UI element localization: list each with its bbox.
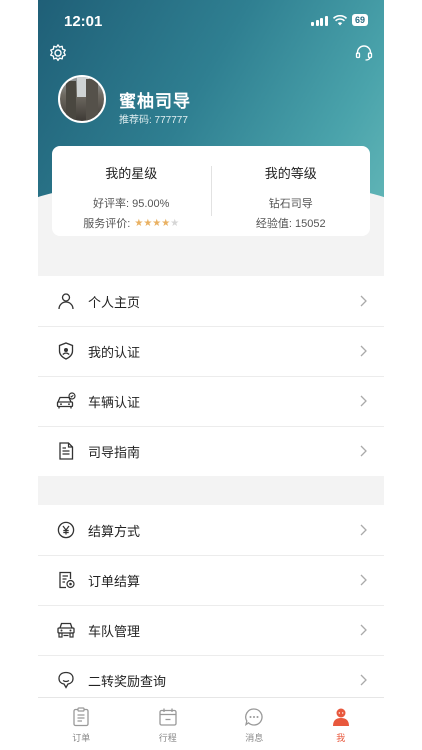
menu-label: 结算方式 <box>88 523 141 539</box>
tab-me[interactable]: 我 <box>298 698 385 750</box>
me-icon <box>330 706 352 728</box>
menu-label: 二转奖励查询 <box>88 673 167 689</box>
chevron-right-icon <box>360 345 368 357</box>
menu-item-fleet[interactable]: 车队管理 <box>38 605 384 655</box>
avatar[interactable] <box>58 75 106 123</box>
star-icon: ★ <box>143 218 153 229</box>
menu-item-order-settlement[interactable]: 订单结算 <box>38 555 384 605</box>
reward-icon <box>56 670 76 690</box>
tab-label: 消息 <box>245 733 264 743</box>
menu-group-account: 个人主页 我的认证 车辆认证 司导指南 <box>38 276 384 476</box>
status-time: 12:01 <box>64 13 103 30</box>
referral-code: 推荐码: 777777 <box>119 115 188 126</box>
menu-label: 我的认证 <box>88 344 141 360</box>
headset-icon <box>355 45 373 61</box>
tab-label: 订单 <box>72 733 91 743</box>
tab-label: 我 <box>336 733 346 743</box>
settings-button[interactable] <box>46 41 70 65</box>
message-icon <box>243 706 265 728</box>
rating-title: 我的星级 <box>105 166 158 181</box>
yen-icon <box>56 520 76 540</box>
menu-label: 订单结算 <box>88 573 141 589</box>
menu-item-profile[interactable]: 个人主页 <box>38 276 384 326</box>
tab-trips[interactable]: 行程 <box>125 698 212 750</box>
customer-service-button[interactable] <box>352 41 376 65</box>
menu-label: 司导指南 <box>88 444 141 460</box>
order-icon <box>70 706 92 728</box>
menu-item-settlement-method[interactable]: 结算方式 <box>38 505 384 555</box>
tab-orders[interactable]: 订单 <box>38 698 125 750</box>
star-icon: ★ <box>152 218 162 229</box>
experience-value: 经验值: 15052 <box>255 218 326 230</box>
chevron-right-icon <box>360 524 368 536</box>
battery-indicator: 69 <box>351 14 368 26</box>
status-icons: 69 <box>311 14 368 26</box>
status-bar: 12:01 69 <box>38 0 384 44</box>
menu-item-certification[interactable]: 我的认证 <box>38 326 384 376</box>
menu-item-guide[interactable]: 司导指南 <box>38 426 384 476</box>
tab-messages[interactable]: 消息 <box>211 698 298 750</box>
chevron-right-icon <box>360 295 368 307</box>
menu-label: 车队管理 <box>88 623 141 639</box>
praise-rate: 好评率: 95.00% <box>93 198 170 210</box>
signal-icon <box>311 15 328 26</box>
gear-icon <box>50 44 66 62</box>
my-rating-section[interactable]: 我的星级 好评率: 95.00% 服务评价: ★ ★ ★ ★ ★ <box>52 146 211 236</box>
person-icon <box>56 291 76 311</box>
menu-item-vehicle-verify[interactable]: 车辆认证 <box>38 376 384 426</box>
service-rating: 服务评价: ★ ★ ★ ★ ★ <box>52 214 211 234</box>
level-name: 钻石司导 <box>268 198 313 210</box>
chevron-right-icon <box>360 574 368 586</box>
calendar-icon <box>157 706 179 728</box>
tab-bar: 订单 行程 消息 我 <box>38 697 384 750</box>
my-level-section[interactable]: 我的等级 钻石司导 经验值: 15052 <box>212 146 371 236</box>
menu-label: 车辆认证 <box>88 394 141 410</box>
tab-label: 行程 <box>158 733 177 743</box>
menu-group-business: 结算方式 订单结算 车队管理 二转奖励查询 <box>38 505 384 705</box>
level-title: 我的等级 <box>264 166 317 181</box>
chevron-right-icon <box>360 395 368 407</box>
document-icon <box>56 441 76 461</box>
rating-stars: ★ ★ ★ ★ ★ <box>134 219 179 229</box>
chevron-right-icon <box>360 624 368 636</box>
profile-name: 蜜柚司导 <box>119 92 191 111</box>
menu-label: 个人主页 <box>88 294 141 310</box>
star-empty-icon: ★ <box>170 218 180 229</box>
stats-card: 我的星级 好评率: 95.00% 服务评价: ★ ★ ★ ★ ★ 我的等级 钻石… <box>52 146 370 236</box>
fleet-icon <box>56 620 76 640</box>
app-screen: 12:01 69 蜜柚司导 推荐码: 777777 我的星级 好评率: 95.0… <box>38 0 384 750</box>
service-rating-label: 服务评价: <box>83 218 131 230</box>
chevron-right-icon <box>360 674 368 686</box>
car-verify-icon <box>56 391 76 411</box>
star-icon: ★ <box>134 218 144 229</box>
order-settle-icon <box>56 570 76 590</box>
wifi-icon <box>332 14 347 25</box>
star-icon: ★ <box>161 218 171 229</box>
shield-icon <box>56 341 76 361</box>
chevron-right-icon <box>360 445 368 457</box>
